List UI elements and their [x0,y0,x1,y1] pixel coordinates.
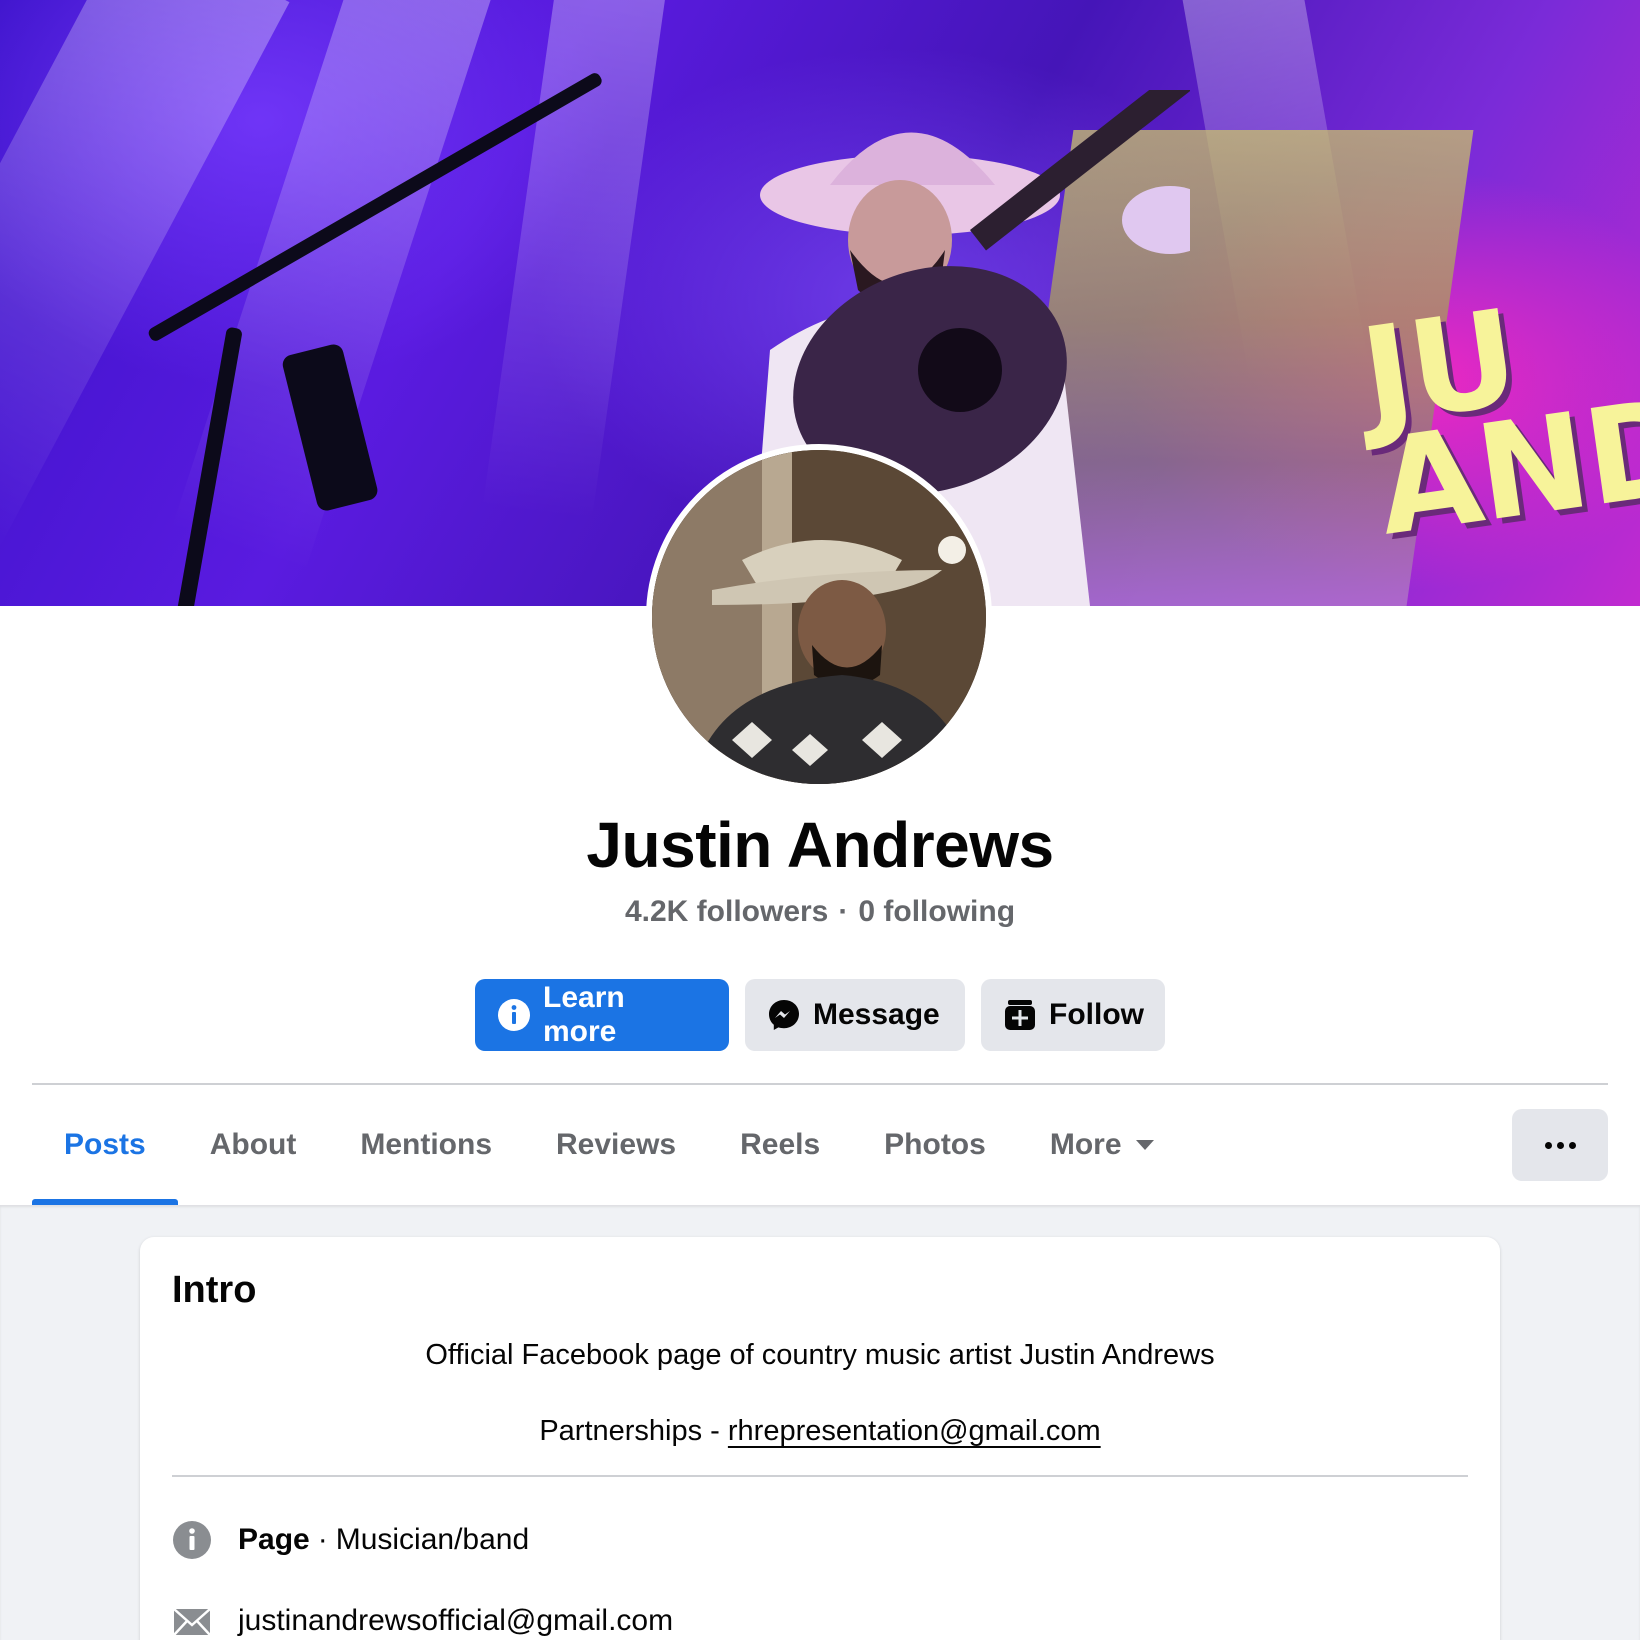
tab-about[interactable]: About [178,1085,329,1205]
envelope-icon [172,1601,212,1640]
ellipsis-icon [1544,1141,1552,1149]
ellipsis-icon [1568,1141,1576,1149]
tab-posts[interactable]: Posts [32,1085,178,1205]
intro-title: Intro [172,1269,257,1311]
page-category-row: Page · Musician/band [172,1520,529,1560]
ellipsis-icon [1556,1141,1564,1149]
tab-mentions[interactable]: Mentions [328,1085,524,1205]
partnerships-line: Partnerships - rhrepresentation@gmail.co… [140,1415,1500,1448]
learn-more-button[interactable]: Learn more [475,979,729,1051]
stage-light-beam [482,0,670,523]
message-label: Message [813,998,940,1031]
page-category: Musician/band [335,1523,530,1556]
messenger-icon [767,998,801,1032]
following-count[interactable]: 0 following [858,895,1015,928]
avatar-photo [652,450,986,784]
intro-divider [172,1475,1468,1477]
intro-card: Intro Official Facebook page of country … [140,1237,1500,1640]
profile-avatar[interactable] [646,444,992,790]
follow-label: Follow [1049,998,1144,1031]
partnerships-label: Partnerships - [539,1415,728,1447]
follower-stats: 4.2K followers · 0 following [0,895,1640,929]
caret-down-icon [1135,1140,1154,1150]
tab-reviews[interactable]: Reviews [524,1085,708,1205]
learn-more-label: Learn more [543,981,625,1048]
tab-more-label: More [1049,1128,1122,1161]
page-title: Justin Andrews [586,809,1054,881]
stats-separator: · [838,895,849,928]
message-button[interactable]: Message [745,979,965,1051]
info-icon [497,998,531,1032]
tab-photos[interactable]: Photos [852,1085,1018,1205]
stage-screen-lettering: JU AND [1353,281,1640,566]
partnerships-email-link[interactable]: rhrepresentation@gmail.com [728,1415,1101,1447]
contact-email-row: justinandrewsofficial@gmail.com [172,1601,673,1640]
follow-icon [1003,998,1037,1032]
tab-reels[interactable]: Reels [708,1085,852,1205]
tab-more[interactable]: More [1018,1085,1186,1205]
profile-tabs: Posts About Mentions Reviews Reels Photo… [32,1085,1186,1205]
intro-bio: Official Facebook page of country music … [425,1339,1215,1371]
contact-email[interactable]: justinandrewsofficial@gmail.com [238,1604,673,1638]
page-type-label: Page [238,1523,310,1556]
page-type-separator: · [317,1523,328,1556]
follow-button[interactable]: Follow [981,979,1165,1051]
overflow-menu-button[interactable] [1512,1109,1608,1181]
info-circle-icon [172,1520,212,1560]
profile-actions: Learn more Message Follow [475,979,1165,1051]
followers-count[interactable]: 4.2K followers [625,895,828,928]
